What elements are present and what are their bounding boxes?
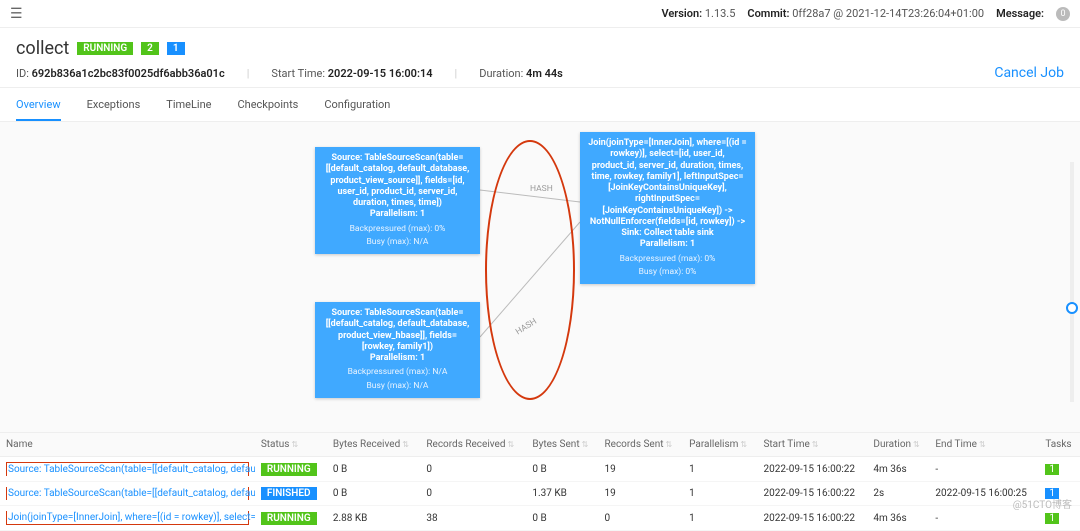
cell-records-recv: 0: [420, 482, 526, 506]
cell-name[interactable]: Join(joinType=[InnerJoin], where=[(id = …: [0, 506, 255, 531]
cell-duration: 2s: [867, 482, 929, 506]
graph-node-join[interactable]: Join(joinType=[InnerJoin], where=[(id = …: [580, 132, 755, 284]
tab-configuration[interactable]: Configuration: [324, 98, 390, 121]
cell-parallelism: 1: [683, 506, 757, 531]
cell-status: FINISHED: [255, 482, 327, 506]
task-count-blue: 1: [167, 42, 185, 55]
cell-bytes-recv: 0 B: [327, 482, 420, 506]
message-label: Message:: [996, 7, 1044, 20]
cell-start: 2022-09-15 16:00:22: [757, 506, 867, 531]
cell-start: 2022-09-15 16:00:22: [757, 482, 867, 506]
graph-node-source-2[interactable]: Source: TableSourceScan(table=[[default_…: [315, 302, 480, 398]
node-backpressure: Backpressured (max): 0%: [588, 254, 747, 265]
col-records-sent[interactable]: Records Sent⇅: [598, 433, 683, 457]
cell-records-recv: 0: [420, 457, 526, 482]
node-parallelism: Parallelism: 1: [323, 209, 472, 220]
cell-tasks: 1: [1039, 457, 1080, 482]
col-name[interactable]: Name: [0, 433, 255, 457]
node-parallelism: Parallelism: 1: [323, 353, 472, 364]
table-row[interactable]: Source: TableSourceScan(table=[[default_…: [0, 482, 1080, 506]
node-busy: Busy (max): 0%: [588, 267, 747, 278]
node-title: Source: TableSourceScan(table=[[default_…: [323, 153, 472, 209]
cell-bytes-sent: 0 B: [526, 457, 598, 482]
graph-node-source-1[interactable]: Source: TableSourceScan(table=[[default_…: [315, 147, 480, 254]
cell-status: RUNNING: [255, 506, 327, 531]
cell-start: 2022-09-15 16:00:22: [757, 457, 867, 482]
vertex-table: Name Status⇅ Bytes Received⇅ Records Rec…: [0, 432, 1080, 531]
status-badge: RUNNING: [77, 42, 133, 55]
cell-status: RUNNING: [255, 457, 327, 482]
table-row[interactable]: Join(joinType=[InnerJoin], where=[(id = …: [0, 506, 1080, 531]
node-busy: Busy (max): N/A: [323, 381, 472, 392]
cell-parallelism: 1: [683, 457, 757, 482]
col-records-recv[interactable]: Records Received⇅: [420, 433, 526, 457]
zoom-slider-thumb[interactable]: [1066, 302, 1078, 314]
cell-bytes-recv: 0 B: [327, 457, 420, 482]
cell-name[interactable]: Source: TableSourceScan(table=[[default_…: [0, 482, 255, 506]
col-status[interactable]: Status⇅: [255, 433, 327, 457]
node-backpressure: Backpressured (max): 0%: [323, 224, 472, 235]
cell-name[interactable]: Source: TableSourceScan(table=[[default_…: [0, 457, 255, 482]
node-title: Join(joinType=[InnerJoin], where=[(id = …: [588, 138, 747, 239]
col-parallelism[interactable]: Parallelism⇅: [683, 433, 757, 457]
annotation-ellipse: [485, 140, 575, 400]
tabs: Overview Exceptions TimeLine Checkpoints…: [0, 88, 1080, 122]
job-title: collect: [16, 38, 69, 59]
menu-icon[interactable]: ☰: [10, 6, 23, 22]
job-graph[interactable]: Source: TableSourceScan(table=[[default_…: [0, 122, 1080, 432]
tab-exceptions[interactable]: Exceptions: [87, 98, 141, 121]
watermark: @51CTO博客: [1013, 496, 1072, 511]
col-start[interactable]: Start Time⇅: [757, 433, 867, 457]
divider: |: [455, 67, 458, 80]
job-id: ID: 692b836a1c2bc83f0025df6abb36a01c: [16, 67, 225, 80]
node-backpressure: Backpressured (max): N/A: [323, 367, 472, 378]
node-title: Source: TableSourceScan(table=[[default_…: [323, 308, 472, 353]
tab-overview[interactable]: Overview: [16, 98, 61, 121]
cell-records-recv: 38: [420, 506, 526, 531]
cell-records-sent: 19: [598, 482, 683, 506]
tab-checkpoints[interactable]: Checkpoints: [238, 98, 299, 121]
col-duration[interactable]: Duration⇅: [867, 433, 929, 457]
start-time: Start Time: 2022-09-15 16:00:14: [271, 67, 432, 80]
cell-bytes-sent: 1.37 KB: [526, 482, 598, 506]
col-end[interactable]: End Time⇅: [929, 433, 1039, 457]
cell-bytes-sent: 0 B: [526, 506, 598, 531]
version: Version: 1.13.5: [661, 7, 735, 20]
table-row[interactable]: Source: TableSourceScan(table=[[default_…: [0, 457, 1080, 482]
node-parallelism: Parallelism: 1: [588, 239, 747, 250]
message-count-badge[interactable]: 0: [1056, 7, 1070, 21]
col-bytes-sent[interactable]: Bytes Sent⇅: [526, 433, 598, 457]
node-busy: Busy (max): N/A: [323, 237, 472, 248]
task-count-green: 2: [141, 42, 159, 55]
cell-end: -: [929, 457, 1039, 482]
divider: |: [247, 67, 250, 80]
cell-duration: 4m 36s: [867, 506, 929, 531]
zoom-slider-track[interactable]: [1070, 162, 1074, 402]
cell-bytes-recv: 2.88 KB: [327, 506, 420, 531]
tab-timeline[interactable]: TimeLine: [166, 98, 211, 121]
cell-records-sent: 19: [598, 457, 683, 482]
col-bytes-recv[interactable]: Bytes Received⇅: [327, 433, 420, 457]
cancel-job-link[interactable]: Cancel Job: [994, 65, 1064, 81]
commit: Commit: 0ff28a7 @ 2021-12-14T23:26:04+01…: [747, 7, 984, 20]
cell-records-sent: 0: [598, 506, 683, 531]
cell-parallelism: 1: [683, 482, 757, 506]
col-tasks[interactable]: Tasks: [1039, 433, 1080, 457]
cell-duration: 4m 36s: [867, 457, 929, 482]
duration: Duration: 4m 44s: [479, 67, 563, 80]
